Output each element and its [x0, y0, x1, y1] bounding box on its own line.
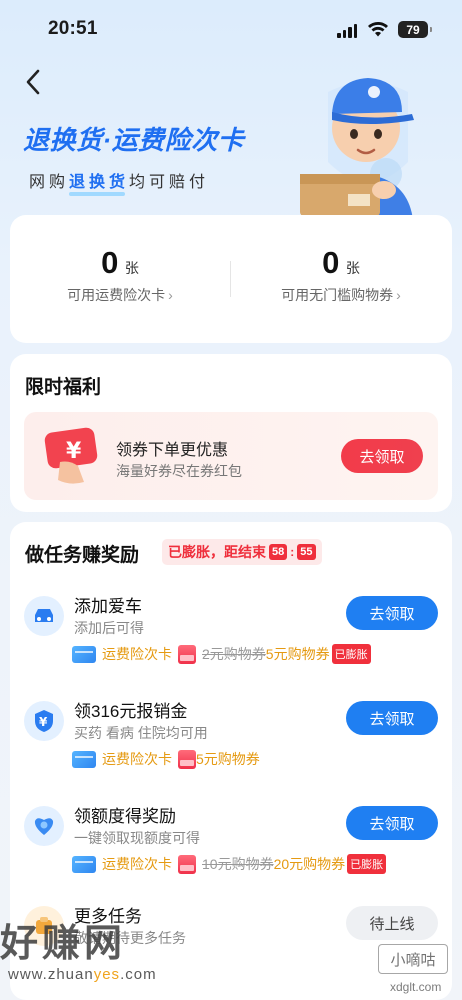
hero-subtitle-suffix: 均可赔付 — [129, 174, 210, 191]
reward-card: 运费险次卡 — [102, 856, 172, 872]
task-subtitle: 买药 看病 住院均可用 — [74, 725, 208, 741]
task-rewards: 运费险次卡 2元购物券 5元购物券 已膨胀 — [72, 644, 371, 664]
reward-new: 5元购物券 — [265, 646, 330, 662]
battery-icon: 79 — [398, 21, 432, 38]
reward-card: 运费险次卡 — [102, 751, 172, 767]
coming-soon-button[interactable]: 待上线 — [346, 906, 438, 940]
chevron-right-icon: › — [396, 287, 401, 303]
hero-subtitle: 网购 退换货 均可赔付 — [29, 168, 210, 196]
coupon-icon — [178, 854, 196, 874]
claim-button[interactable]: 去领取 — [346, 596, 438, 630]
task-subtitle: 添加后可得 — [74, 620, 144, 636]
claim-button[interactable]: 去领取 — [346, 806, 438, 840]
reward-new: 20元购物券 — [273, 856, 346, 872]
limited-benefit-title: 限时福利 — [25, 377, 102, 398]
claim-button[interactable]: 去领取 — [346, 701, 438, 735]
no-threshold-coupon-unit: 张 — [345, 260, 360, 276]
countdown-label: 已膨胀，距结束 — [168, 544, 266, 560]
task-title: 领额度得奖励 — [74, 807, 176, 826]
shipping-insurance-card-stat[interactable]: 0 张 可用运费险次卡 › — [10, 245, 230, 305]
cellular-signal-icon — [337, 24, 357, 38]
reward-old: 2元购物券 — [202, 646, 266, 662]
task-rewards: 运费险次卡 5元购物券 — [72, 749, 260, 769]
claim-coupon-button[interactable]: 去领取 — [341, 439, 423, 473]
task-title: 添加爱车 — [74, 597, 142, 616]
heart-credit-icon — [24, 806, 64, 846]
task-title: 领316元报销金 — [74, 702, 188, 721]
shield-yen-icon: ¥ — [24, 701, 64, 741]
reward-new: 5元购物券 — [196, 751, 260, 767]
task-subtitle: 一键领取现额度可得 — [74, 830, 200, 846]
shipping-insurance-card-unit: 张 — [124, 260, 139, 276]
reward-card: 运费险次卡 — [102, 646, 172, 662]
countdown-seconds: 55 — [297, 544, 316, 560]
red-packet-coupon-icon: ¥ — [44, 427, 98, 484]
hero-subtitle-prefix: 网购 — [29, 174, 70, 191]
car-icon — [24, 596, 64, 636]
back-arrow-icon[interactable] — [22, 68, 46, 96]
expanded-tag: 已膨胀 — [347, 854, 387, 874]
delivery-mascot-illustration — [300, 78, 414, 220]
coupon-subtitle: 海量好券尽在券红包 — [116, 463, 242, 479]
task-rewards: 运费险次卡 10元购物券 20元购物券 已膨胀 — [72, 854, 387, 874]
coupon-icon — [178, 644, 196, 664]
no-threshold-coupon-stat[interactable]: 0 张 可用无门槛购物券 › — [231, 245, 451, 305]
coupon-icon — [178, 749, 196, 769]
watermark-url: www.zhuanyes.com — [8, 966, 157, 983]
svg-text:¥: ¥ — [66, 439, 82, 464]
no-threshold-coupon-label: 可用无门槛购物券 — [281, 287, 394, 303]
stats-card: 0 张 可用运费险次卡 › 0 张 可用无门槛购物券 › — [10, 215, 452, 343]
insurance-card-icon — [72, 855, 96, 873]
wifi-icon — [368, 22, 388, 37]
svg-text:¥: ¥ — [39, 715, 48, 729]
status-time: 20:51 — [48, 18, 98, 39]
countdown-minutes: 58 — [269, 544, 288, 560]
task-reimbursement: ¥ 领316元报销金 买药 看病 住院均可用 去领取 运费险次卡 5元购物券 — [10, 697, 452, 797]
watermark-text: 好赚网 — [0, 923, 127, 965]
no-threshold-coupon-count: 0 — [322, 245, 340, 280]
hero-title: 退换货·运费险次卡 — [23, 125, 245, 155]
coupon-banner[interactable]: ¥ 领券下单更优惠 海量好券尽在券红包 去领取 — [24, 412, 438, 500]
tasks-title: 做任务赚奖励 — [25, 545, 140, 566]
insurance-card-icon — [72, 750, 96, 768]
expanded-countdown-badge: 已膨胀，距结束 58 : 55 — [162, 539, 322, 565]
watermark-right-url: xdglt.com — [390, 980, 442, 994]
hero-subtitle-highlight: 退换货 — [69, 168, 129, 196]
shipping-insurance-card-label: 可用运费险次卡 — [67, 287, 166, 303]
chevron-right-icon: › — [168, 287, 173, 303]
watermark-logo: 小嘀咕 — [378, 944, 448, 974]
reward-old: 10元购物券 — [202, 856, 274, 872]
insurance-card-icon — [72, 645, 96, 663]
task-credit-limit: 领额度得奖励 一键领取现额度可得 去领取 运费险次卡 10元购物券 20元购物券… — [10, 802, 452, 902]
task-add-car: 添加爱车 添加后可得 去领取 运费险次卡 2元购物券 5元购物券 已膨胀 — [10, 592, 452, 692]
limited-benefit-card: 限时福利 ¥ 领券下单更优惠 海量好券尽在券红包 去领取 — [10, 354, 452, 512]
status-bar: 20:51 79 — [0, 0, 462, 58]
coupon-title: 领券下单更优惠 — [116, 442, 229, 459]
expanded-tag: 已膨胀 — [331, 644, 371, 664]
shipping-insurance-card-count: 0 — [101, 245, 119, 280]
